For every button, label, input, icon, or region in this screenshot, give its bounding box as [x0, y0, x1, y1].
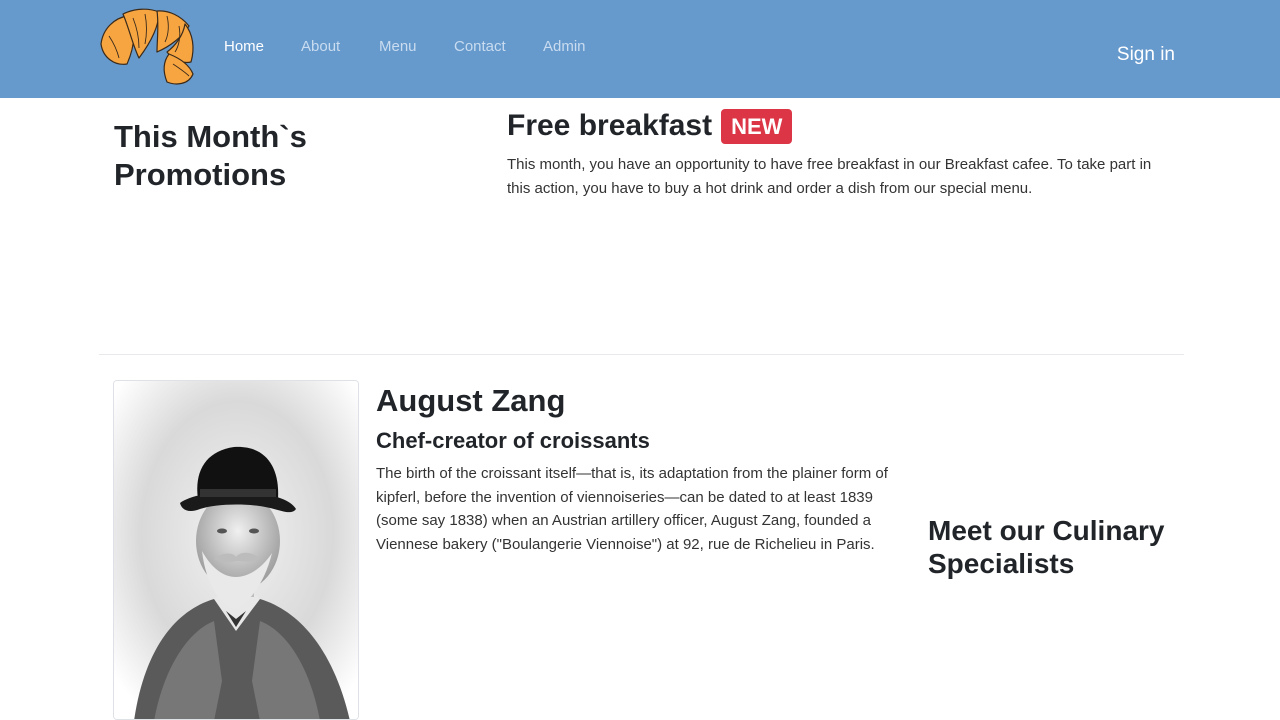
chef-name: August Zang — [376, 383, 566, 418]
nav-menu[interactable]: Menu — [379, 38, 417, 55]
croissant-logo-icon[interactable] — [97, 6, 197, 86]
offer-title: Free breakfast — [507, 109, 713, 142]
portrait-photo-icon — [114, 381, 358, 719]
chef-portrait — [113, 380, 359, 720]
nav-about[interactable]: About — [301, 38, 340, 55]
chef-bio: The birth of the croissant itself—that i… — [376, 465, 888, 553]
promotions-title: This Month`s Promotions — [114, 119, 307, 192]
nav-contact[interactable]: Contact — [454, 38, 506, 55]
new-badge: NEW — [721, 108, 793, 144]
chef-role: Chef-creator of croissants — [376, 428, 650, 453]
meet-specialists-title: Meet our Culinary Specialists — [928, 515, 1165, 579]
nav-home[interactable]: Home — [224, 38, 264, 55]
offer-description: This month, you have an opportunity to h… — [507, 156, 1152, 197]
navbar: Home About Menu Contact Admin Sign in — [0, 0, 1280, 98]
nav-admin[interactable]: Admin — [543, 38, 586, 55]
sign-in-link[interactable]: Sign in — [1117, 44, 1175, 66]
section-divider — [99, 354, 1184, 355]
offer-heading: Free breakfast NEW — [507, 106, 793, 146]
